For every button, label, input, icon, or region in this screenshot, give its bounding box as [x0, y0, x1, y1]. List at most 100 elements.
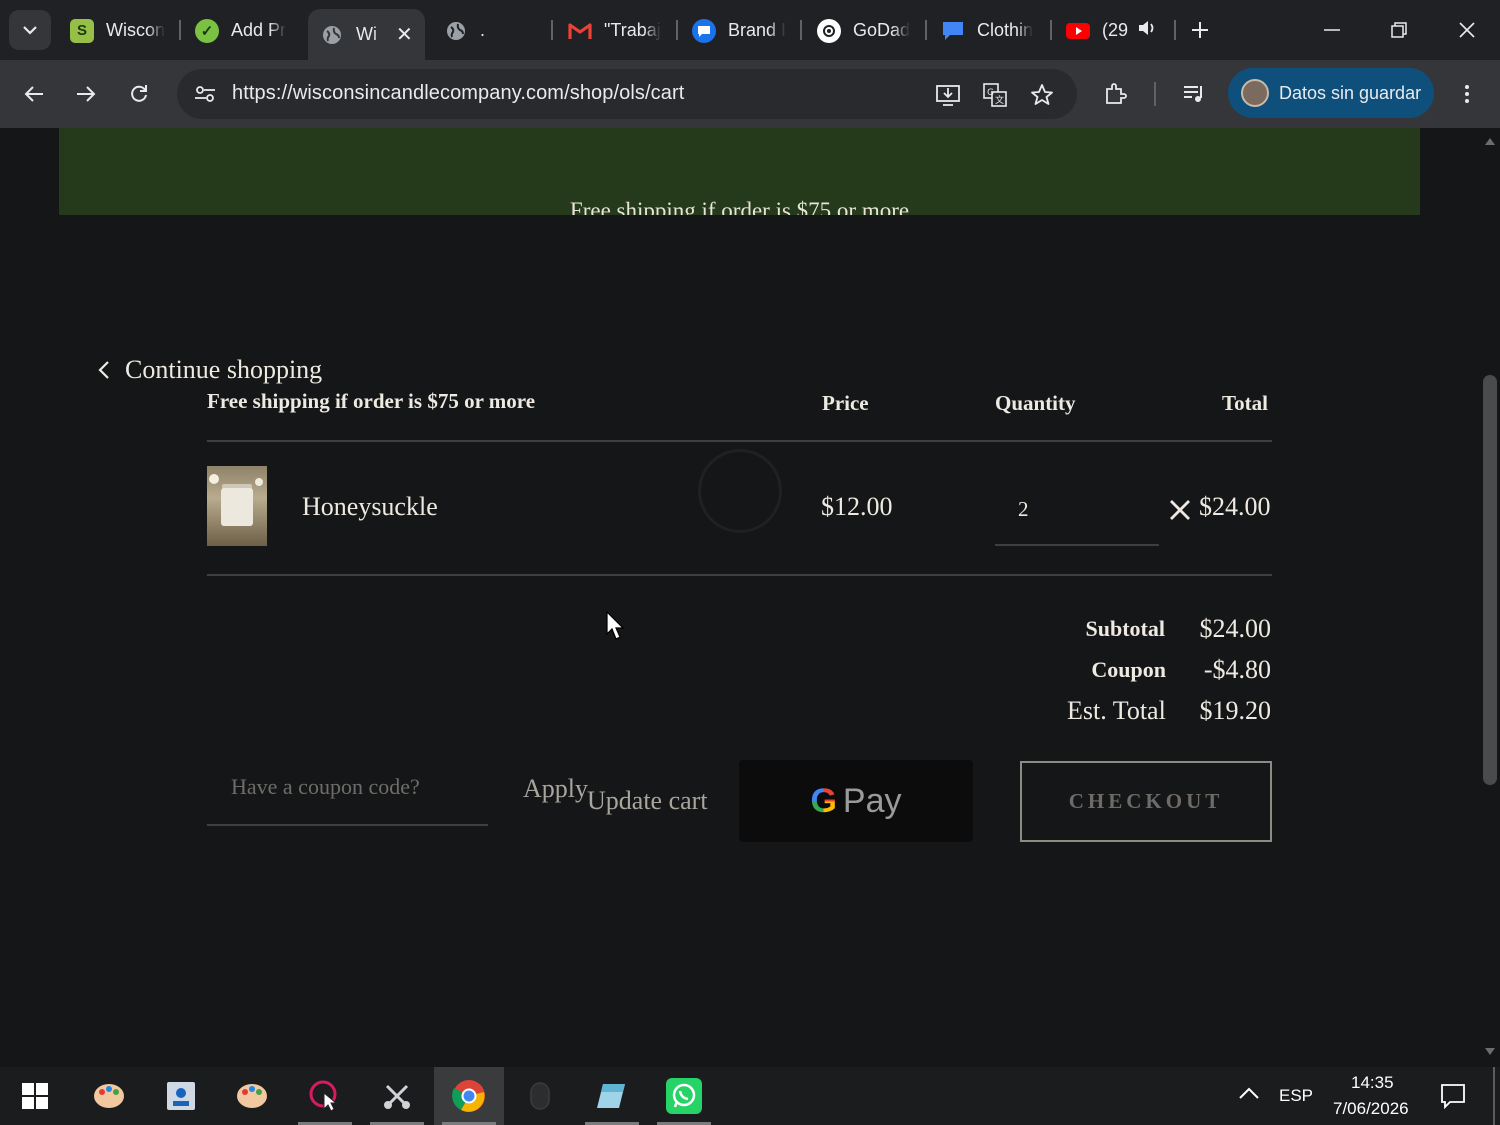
browser-tab[interactable]: ✓ Add Pr	[183, 9, 301, 52]
scrollbar-thumb[interactable]	[1483, 375, 1497, 785]
speaker-icon[interactable]	[1138, 20, 1156, 41]
loading-spinner	[698, 449, 782, 533]
product-name[interactable]: Honeysuckle	[302, 492, 438, 522]
reload-button[interactable]	[121, 76, 157, 112]
browser-tab[interactable]: Clothin	[929, 9, 1047, 52]
continue-shopping-label: Continue shopping	[125, 355, 323, 384]
address-bar[interactable]: https://wisconsincandlecompany.com/shop/…	[177, 69, 1077, 119]
browser-tab[interactable]: Brand I	[680, 9, 798, 52]
quantity-input[interactable]: 2	[995, 485, 1159, 546]
apply-coupon-button[interactable]: Apply	[523, 774, 588, 804]
tab-label: "Trabaj	[604, 20, 661, 40]
media-control-button[interactable]	[1176, 76, 1212, 112]
globe-icon	[444, 19, 468, 43]
tab-separator	[551, 20, 553, 40]
browser-tab[interactable]: GoDad	[805, 9, 923, 52]
coupon-label: Coupon	[1091, 657, 1166, 682]
close-tab-icon[interactable]: ✕	[396, 22, 413, 47]
install-app-icon[interactable]	[933, 80, 963, 110]
chevron-up-icon[interactable]	[1238, 1085, 1260, 1104]
palette-icon	[94, 1084, 124, 1108]
message-icon	[941, 19, 965, 43]
checkout-button[interactable]: CHECKOUT	[1020, 761, 1272, 842]
site-info-icon[interactable]	[189, 78, 221, 110]
browser-tab[interactable]: "Trabaj	[556, 9, 674, 52]
url-text[interactable]: https://wisconsincandlecompany.com/shop/…	[232, 82, 684, 105]
tab-label: .	[480, 20, 486, 40]
scroll-down-icon[interactable]	[1484, 1047, 1496, 1057]
close-icon	[1459, 22, 1475, 38]
bookmark-star-icon[interactable]	[1027, 80, 1057, 110]
youtube-icon	[1066, 19, 1090, 43]
scroll-up-icon[interactable]	[1484, 136, 1496, 146]
taskbar-app-contacts[interactable]	[146, 1067, 216, 1125]
free-shipping-note: Free shipping if order is $75 or more	[207, 389, 536, 413]
divider	[207, 440, 1272, 442]
tab-label: (29	[1102, 20, 1129, 40]
coupon-code-input[interactable]: Have a coupon code?	[207, 758, 488, 826]
taskbar-app-mouse[interactable]	[505, 1067, 575, 1125]
tab-label: Add Pr	[231, 20, 287, 40]
update-cart-button[interactable]: Update cart	[587, 786, 708, 816]
openai-icon	[817, 18, 841, 43]
input-language[interactable]: ESP	[1279, 1086, 1313, 1106]
taskbar-app-notes[interactable]	[577, 1067, 647, 1125]
taskbar-app-paint-2[interactable]	[217, 1067, 287, 1125]
new-tab-button[interactable]	[1180, 12, 1220, 48]
back-button[interactable]	[16, 76, 52, 112]
clock-date[interactable]: 7/06/2026	[1333, 1099, 1409, 1119]
scissors-icon	[384, 1084, 410, 1109]
playlist-icon	[1184, 86, 1202, 102]
browser-tab-active[interactable]: Wi ✕	[308, 9, 425, 60]
forward-button[interactable]	[68, 76, 104, 112]
close-window-button[interactable]	[1447, 12, 1487, 48]
mouse-icon	[530, 1082, 550, 1110]
product-price: $12.00	[821, 492, 893, 521]
target-cursor-icon	[309, 1080, 338, 1112]
promo-banner: Free shipping if order is $75 or more	[59, 128, 1420, 215]
extensions-button[interactable]	[1098, 76, 1134, 112]
show-desktop-button[interactable]	[1493, 1067, 1495, 1125]
taskbar-app-paint[interactable]	[74, 1067, 144, 1125]
line-total: $24.00	[1199, 492, 1271, 521]
coupon-placeholder: Have a coupon code?	[231, 774, 420, 799]
start-button[interactable]	[0, 1067, 70, 1125]
avatar	[1241, 79, 1269, 107]
tab-search-button[interactable]	[9, 10, 51, 50]
profile-button[interactable]: Datos sin guardar	[1228, 68, 1434, 118]
remove-item-icon[interactable]	[1168, 498, 1192, 522]
continue-shopping-link[interactable]: Continue shopping	[98, 355, 322, 385]
contact-card-icon	[167, 1082, 195, 1110]
browser-menu-button[interactable]	[1449, 76, 1485, 112]
minimize-button[interactable]	[1312, 12, 1352, 48]
browser-tab[interactable]: (29	[1054, 9, 1172, 52]
taskbar-app-whatsapp[interactable]	[649, 1067, 719, 1125]
chat-icon	[692, 18, 716, 43]
whatsapp-icon	[666, 1078, 702, 1114]
notes-icon	[597, 1084, 625, 1108]
chevron-left-icon	[98, 360, 120, 380]
chrome-icon	[452, 1080, 485, 1112]
product-image[interactable]	[207, 466, 267, 546]
arrow-left-icon	[24, 86, 43, 102]
taskbar-app-chrome[interactable]	[434, 1067, 504, 1125]
browser-tab[interactable]: S Wiscon	[58, 9, 176, 52]
cart-page: Free shipping if order is $75 or more Co…	[0, 128, 1480, 1067]
minimize-icon	[1324, 29, 1340, 31]
restore-icon	[1391, 22, 1407, 38]
clock-time[interactable]: 14:35	[1351, 1073, 1394, 1093]
restore-button[interactable]	[1379, 12, 1419, 48]
column-header-total: Total	[1222, 391, 1268, 415]
notification-icon[interactable]	[1440, 1083, 1466, 1113]
taskbar-app-cursor-tool[interactable]	[290, 1067, 360, 1125]
banner-text: Free shipping if order is $75 or more	[569, 198, 910, 215]
google-pay-button[interactable]: G Pay	[739, 760, 973, 842]
taskbar-app-snipping[interactable]	[362, 1067, 432, 1125]
tab-separator	[1174, 20, 1176, 40]
browser-tab[interactable]: .	[432, 9, 550, 52]
gpay-label: Pay	[842, 781, 902, 820]
windows-icon	[22, 1083, 48, 1109]
quantity-value: 2	[1018, 497, 1029, 521]
translate-icon[interactable]: G文	[980, 80, 1010, 110]
tab-separator	[925, 20, 927, 40]
